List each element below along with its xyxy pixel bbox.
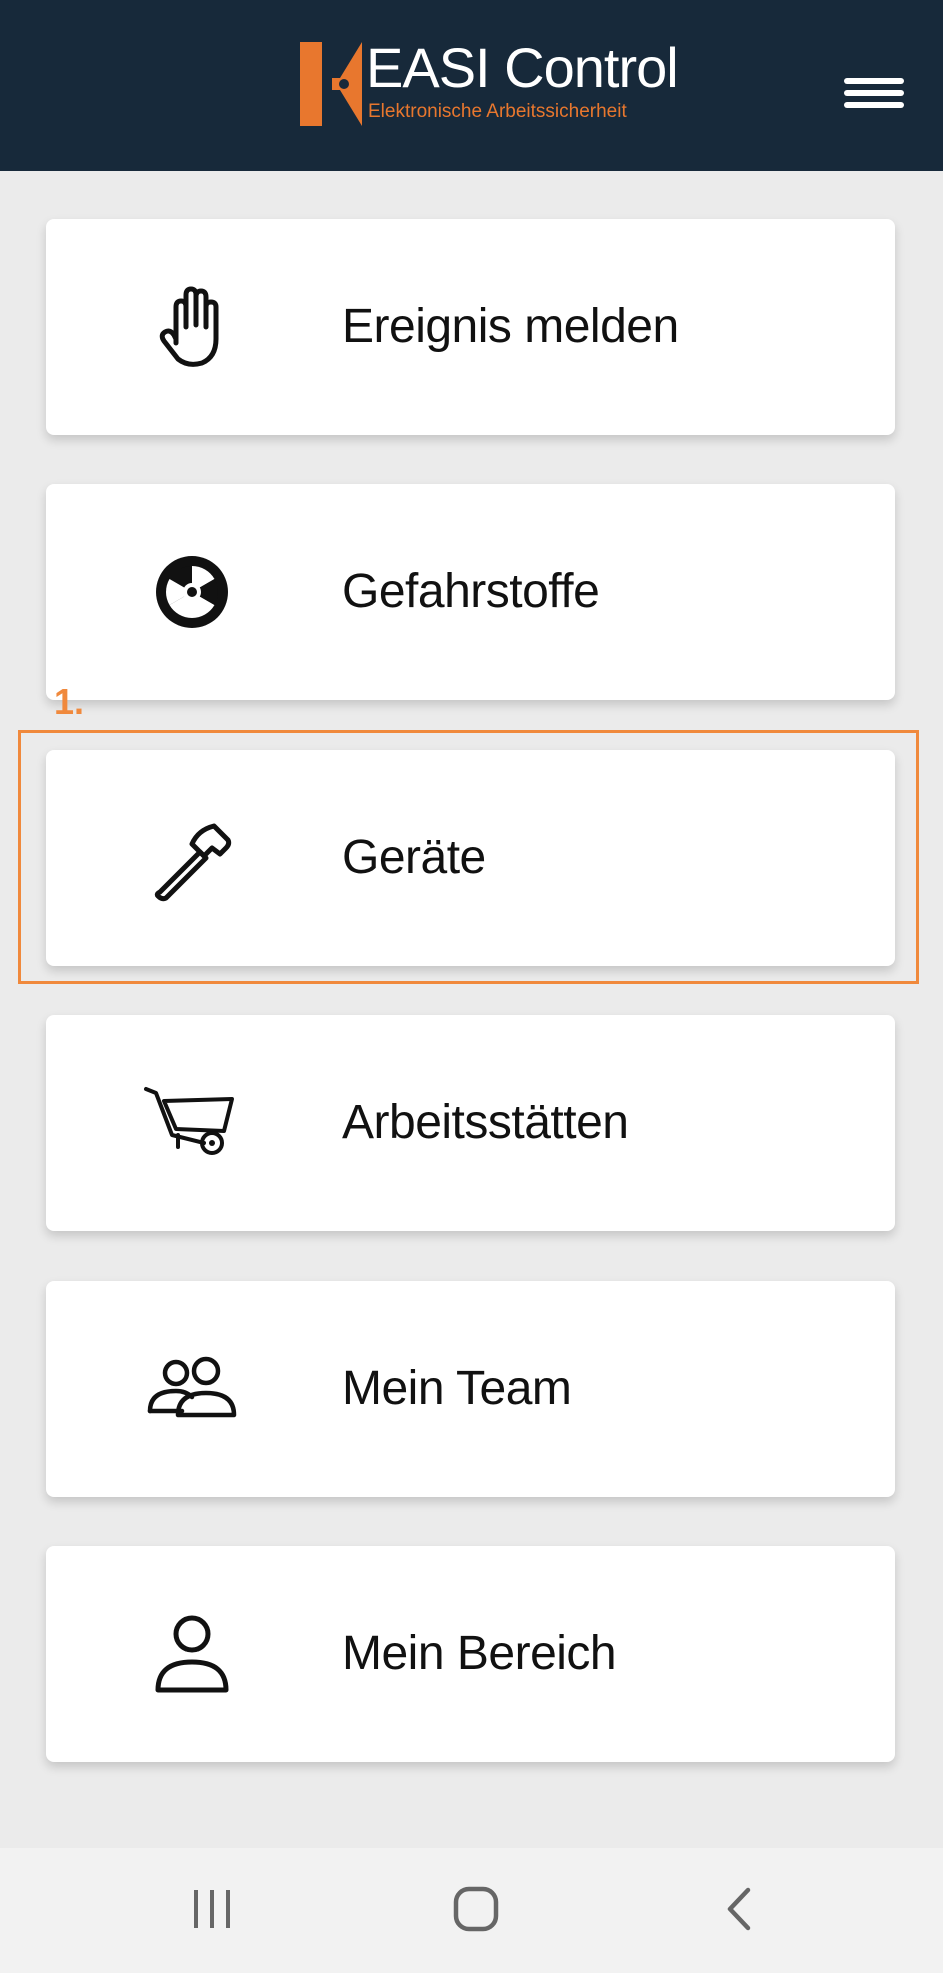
menu-card-mein-bereich[interactable]: Mein Bereich xyxy=(46,1546,895,1762)
app-logo[interactable]: EASI Control Elektronische Arbeitssicher… xyxy=(296,34,679,138)
user-icon xyxy=(155,1615,229,1693)
menu-card-geraete[interactable]: Geräte xyxy=(46,750,895,966)
menu-card-label: Mein Bereich xyxy=(342,1627,617,1680)
team-icon xyxy=(147,1356,237,1418)
logo-subtitle: Elektronische Arbeitssicherheit xyxy=(368,101,627,122)
home-icon[interactable] xyxy=(436,1874,516,1944)
system-navigation-bar xyxy=(0,1848,943,1973)
menu-card-ereignis-melden[interactable]: Ereignis melden xyxy=(46,219,895,435)
app-header: EASI Control Elektronische Arbeitssicher… xyxy=(0,0,943,171)
menu-card-gefahrstoffe[interactable]: Gefahrstoffe xyxy=(46,484,895,700)
logo-title: EASI Control xyxy=(366,36,679,99)
menu-card-label: Arbeitsstätten xyxy=(342,1096,629,1149)
radiation-icon xyxy=(156,556,228,628)
menu-card-label: Mein Team xyxy=(342,1362,572,1415)
menu-card-label: Geräte xyxy=(342,831,486,884)
wheelbarrow-icon xyxy=(144,1087,234,1155)
recent-apps-icon[interactable] xyxy=(172,1874,252,1944)
back-icon[interactable] xyxy=(700,1874,780,1944)
menu-card-label: Gefahrstoffe xyxy=(342,565,600,618)
menu-card-arbeitsstaetten[interactable]: Arbeitsstätten xyxy=(46,1015,895,1231)
menu-card-mein-team[interactable]: Mein Team xyxy=(46,1281,895,1497)
menu-card-label: Ereignis melden xyxy=(342,300,679,353)
hamburger-menu-icon[interactable] xyxy=(844,72,906,116)
logo-mark-icon xyxy=(300,42,362,126)
hammer-icon xyxy=(154,823,232,902)
step-number-label: 1. xyxy=(54,681,85,722)
hand-stop-icon xyxy=(159,286,219,367)
